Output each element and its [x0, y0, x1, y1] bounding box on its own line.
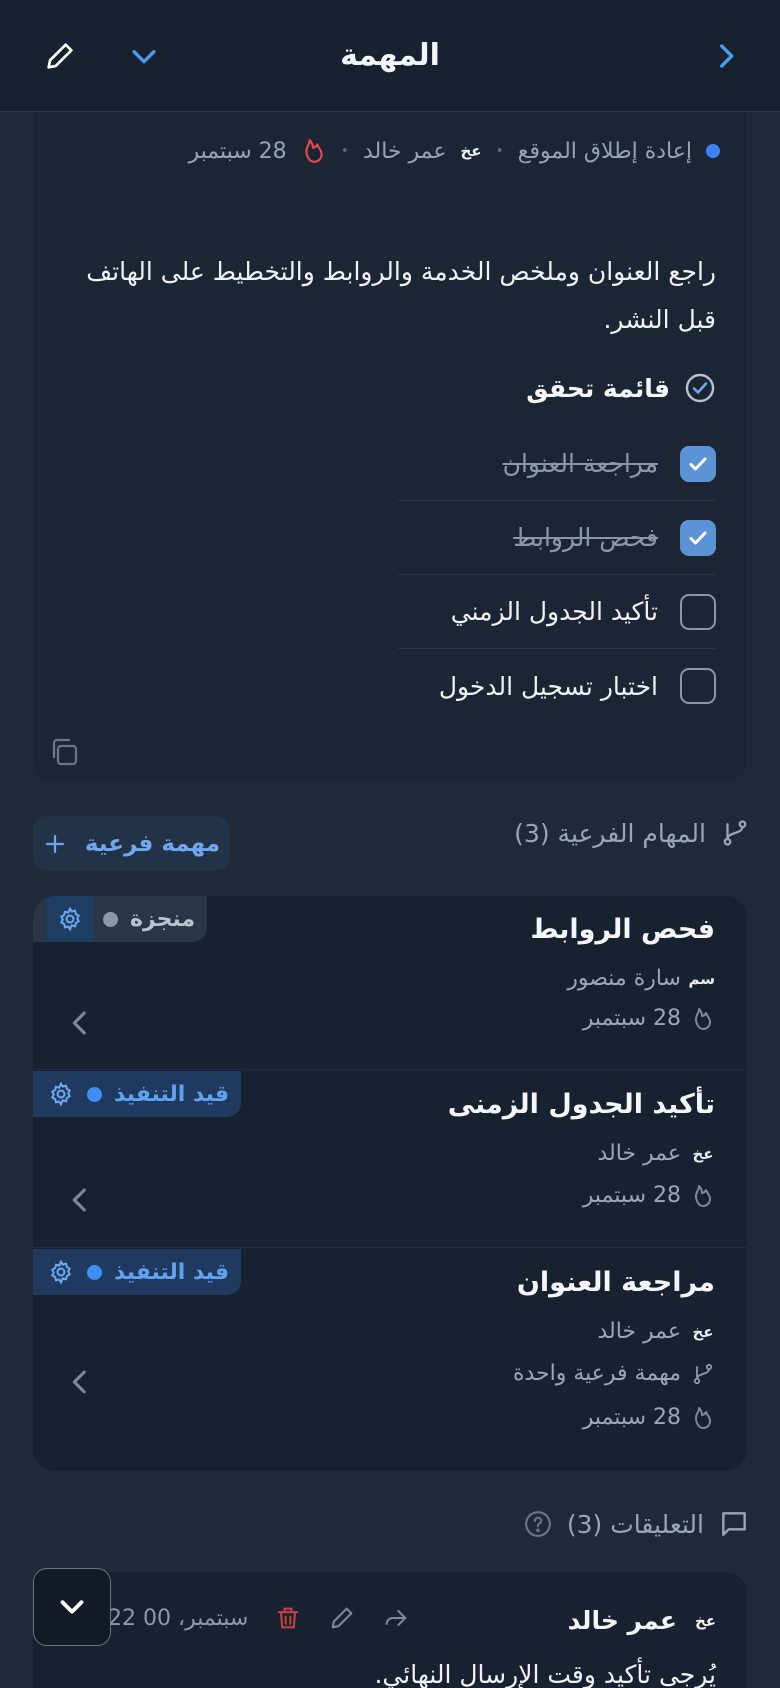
branch-icon — [693, 1363, 713, 1384]
subtasks-heading: المهام الفرعية (3) — [514, 818, 706, 848]
assignee-name: عمر خالد — [597, 1319, 681, 1344]
subtasks-header: المهام الفرعية (3) — [514, 818, 750, 848]
add-subtask-button[interactable]: مهمة فرعية — [33, 816, 230, 871]
status-badge[interactable]: قيد التنفيذ — [33, 1249, 242, 1295]
chevron-right-icon — [720, 44, 734, 68]
assignee-name: سارة منصور — [567, 966, 681, 991]
copy-icon[interactable] — [48, 736, 80, 768]
separator: • — [340, 143, 349, 159]
branch-icon — [723, 820, 747, 846]
plus-icon — [45, 834, 64, 853]
subtask-title: تأكيد الجدول الزمنى — [447, 1089, 715, 1120]
subtask-title: فحص الروابط — [530, 914, 715, 945]
task-description[interactable]: راجع العنوان وملخص الخدمة والروابط والتخ… — [76, 248, 716, 344]
status-label: قيد التنفيذ — [114, 1259, 230, 1285]
author-name: عمر خالد — [567, 1606, 677, 1635]
gear-icon[interactable] — [47, 896, 93, 942]
checkbox[interactable] — [680, 593, 716, 630]
back-button[interactable] — [702, 32, 750, 80]
comment-icon — [722, 1512, 746, 1536]
comment-text: يُرجى تأكيد وقت الإرسال النهائي. — [374, 1660, 716, 1688]
separator: • — [495, 143, 504, 159]
status-dot — [87, 1086, 102, 1102]
status-dot — [87, 1264, 102, 1280]
comment-author: عخ عمر خالد — [568, 1606, 716, 1635]
comments-header: التعليقات (3) — [523, 1508, 750, 1540]
subtask-count: مهمة فرعية واحدة — [513, 1361, 715, 1386]
checkbox[interactable] — [680, 668, 716, 704]
pencil-icon — [47, 43, 73, 69]
subtask-row[interactable]: تأكيد الجدول الزمنى عخ عمر خالد 28 سبتمب… — [33, 1071, 747, 1248]
due-date: 28 سبتمبر — [582, 1183, 681, 1208]
checklist-item[interactable]: مراجعة العنوان — [398, 427, 716, 501]
checklist-item[interactable]: اختبار تسجيل الدخول — [416, 649, 716, 723]
scroll-down-button[interactable] — [33, 1568, 111, 1646]
checklist-item[interactable]: تأكيد الجدول الزمني — [398, 575, 716, 649]
comments-heading: التعليقات (3) — [566, 1509, 704, 1539]
subtask-assignee: عخ عمر خالد — [597, 1319, 715, 1344]
flame-icon — [695, 1406, 711, 1429]
edit-button[interactable] — [36, 32, 84, 80]
subtask-list: فحص الروابط سم سارة منصور 28 سبتمبر منجز… — [33, 896, 747, 1471]
chevron-left-icon[interactable] — [63, 1006, 97, 1040]
subtask-title: مراجعة العنوان — [516, 1267, 715, 1298]
assignee-avatar: عخ — [460, 142, 482, 160]
chevron-left-icon[interactable] — [63, 1365, 97, 1399]
page-title: المهمة — [340, 38, 440, 73]
top-bar: المهمة — [0, 0, 780, 112]
assignee-name[interactable]: عمر خالد — [363, 139, 447, 164]
help-icon[interactable] — [523, 1509, 553, 1539]
subtask-due: 28 سبتمبر — [583, 1006, 715, 1031]
trash-icon[interactable] — [274, 1604, 302, 1632]
checkbox[interactable] — [680, 519, 716, 556]
checklist-header: قائمة تحقق — [526, 372, 716, 404]
comment-date: 22 سبتمبر، 00 — [108, 1605, 249, 1631]
pencil-icon[interactable] — [328, 1604, 356, 1632]
checklist-item-label: اختبار تسجيل الدخول — [438, 671, 658, 701]
subtask-due: 28 سبتمبر — [583, 1183, 715, 1208]
collapse-button[interactable] — [120, 32, 168, 80]
task-meta: إعادة إطلاق الموقع • عخ عمر خالد • 28 سب… — [188, 138, 720, 164]
subtask-row[interactable]: فحص الروابط سم سارة منصور 28 سبتمبر منجز… — [33, 896, 747, 1070]
reply-icon[interactable] — [382, 1604, 410, 1632]
subtask-row[interactable]: مراجعة العنوان عخ عمر خالد مهمة فرعية وا… — [33, 1249, 747, 1471]
subtask-assignee: سم سارة منصور — [567, 966, 715, 991]
gear-icon[interactable] — [47, 1258, 75, 1286]
status-dot — [103, 911, 118, 927]
add-subtask-label: مهمة فرعية — [84, 830, 221, 857]
status-label: قيد التنفيذ — [114, 1081, 230, 1107]
check-circle-icon — [685, 373, 715, 403]
due-date[interactable]: 28 سبتمبر — [188, 139, 286, 164]
chevron-down-icon — [132, 50, 156, 64]
flame-icon — [305, 139, 323, 163]
gear-icon[interactable] — [47, 1080, 75, 1108]
project-name[interactable]: إعادة إطلاق الموقع — [518, 139, 692, 164]
flame-icon — [695, 1007, 711, 1030]
due-date: 28 سبتمبر — [582, 1006, 681, 1031]
subtask-assignee: عخ عمر خالد — [597, 1141, 715, 1166]
status-badge[interactable]: قيد التنفيذ — [33, 1071, 242, 1117]
flame-icon — [695, 1184, 711, 1207]
checklist-item-label: مراجعة العنوان — [502, 449, 658, 478]
checkbox[interactable] — [680, 445, 716, 482]
checklist-item[interactable]: فحص الروابط — [398, 501, 716, 575]
assignee-avatar: عخ — [692, 1144, 714, 1163]
chevron-left-icon[interactable] — [63, 1183, 97, 1217]
assignee-avatar: عخ — [692, 1322, 714, 1341]
due-date: 28 سبتمبر — [582, 1405, 681, 1430]
comment-actions: 22 سبتمبر، 00 — [108, 1604, 410, 1632]
checklist-item-label: تأكيد الجدول الزمني — [450, 597, 658, 626]
subtask-count-label: مهمة فرعية واحدة — [512, 1361, 681, 1386]
status-label: منجزة — [130, 906, 196, 932]
assignee-name: عمر خالد — [597, 1141, 681, 1166]
checklist-item-label: فحص الروابط — [513, 523, 658, 552]
author-avatar: عخ — [694, 1611, 716, 1630]
assignee-avatar: سم — [688, 969, 715, 988]
subtask-due: 28 سبتمبر — [583, 1405, 715, 1430]
checklist-title: قائمة تحقق — [526, 373, 670, 403]
task-detail-screen: إعادة إطلاق الموقع • عخ عمر خالد • 28 سب… — [0, 0, 780, 1688]
status-badge[interactable]: منجزة — [33, 896, 208, 942]
chevron-down-icon — [60, 1600, 84, 1614]
project-dot — [706, 144, 720, 158]
